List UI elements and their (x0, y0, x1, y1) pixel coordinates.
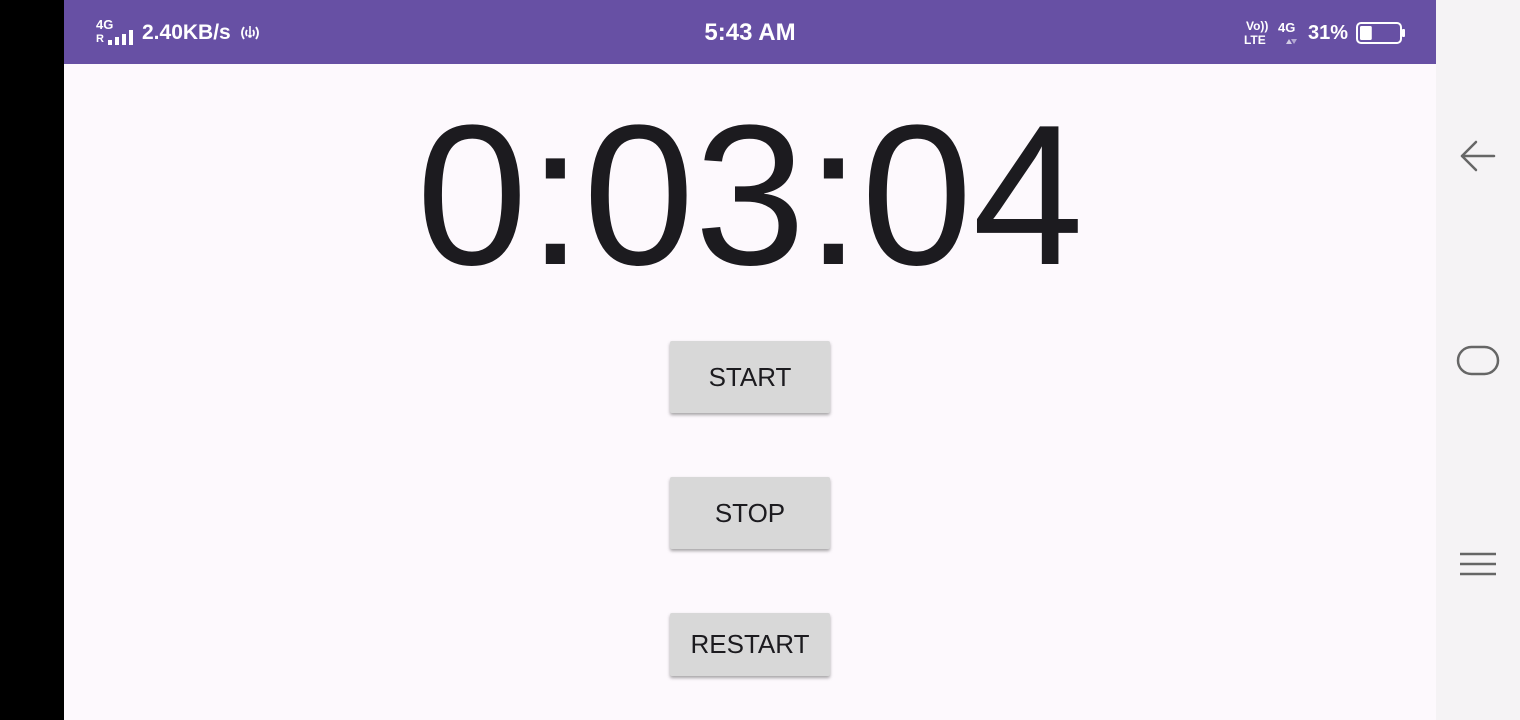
back-icon[interactable] (1456, 136, 1500, 176)
phone-screen: 4G R 2.40KB/s 5:43 AM Vo)) LTE 4G 31% 0:… (0, 0, 1520, 720)
menu-icon[interactable] (1456, 544, 1500, 584)
battery-icon (1356, 22, 1405, 44)
volte-bottom-label: LTE (1243, 33, 1266, 47)
home-icon[interactable] (1456, 340, 1500, 380)
restart-button[interactable]: RESTART (670, 613, 830, 676)
data-arrows-icon: 4G (1278, 18, 1302, 48)
left-bezel (0, 0, 64, 720)
start-button[interactable]: START (670, 341, 830, 413)
data-arrows-glyph (1285, 39, 1297, 44)
stopwatch-time: 0:03:04 (416, 84, 1084, 307)
volte-top-label: Vo)) (1245, 19, 1269, 33)
battery-percent: 31% (1307, 21, 1348, 44)
navigation-bar (1436, 0, 1520, 720)
volte-icon: Vo)) LTE (1244, 18, 1272, 48)
status-bar-right: Vo)) LTE 4G 31% (1244, 16, 1406, 50)
stop-button[interactable]: STOP (670, 477, 830, 549)
status-bar: 4G R 2.40KB/s 5:43 AM Vo)) LTE 4G 31% (64, 0, 1436, 64)
status-time: 5:43 AM (704, 19, 796, 46)
